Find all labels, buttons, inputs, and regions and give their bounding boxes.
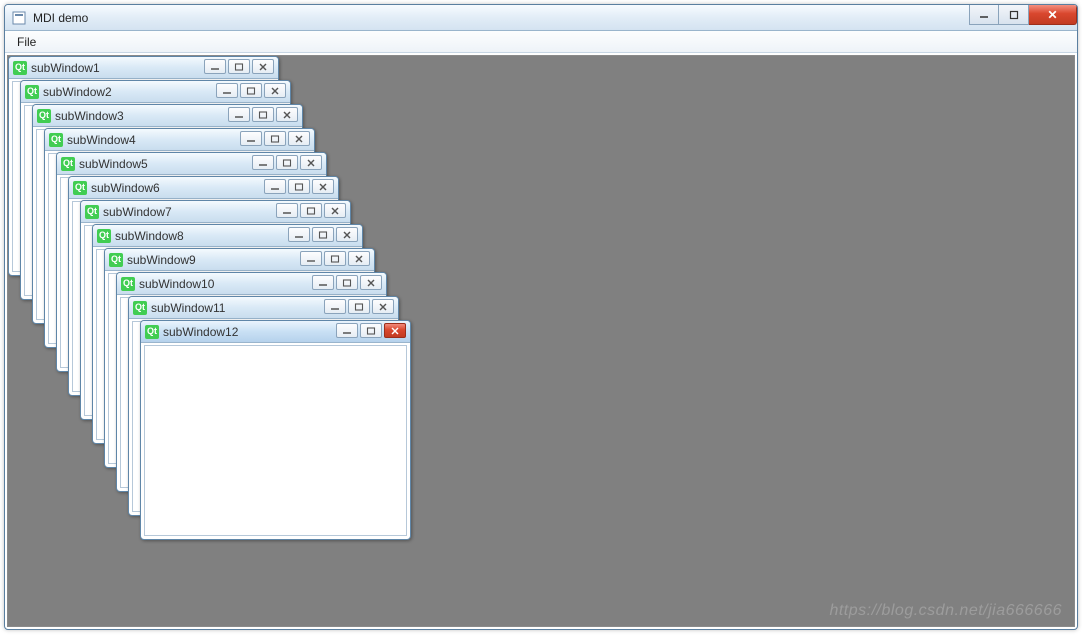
qt-icon: Qt: [49, 133, 63, 147]
qt-icon: Qt: [25, 85, 39, 99]
menubar: File: [5, 31, 1077, 53]
subwindow-title: subWindow12: [163, 325, 238, 339]
subwindow-minimize-button[interactable]: [204, 59, 226, 74]
subwindow-maximize-button[interactable]: [276, 155, 298, 170]
main-window-buttons: [969, 5, 1077, 25]
subwindow-titlebar[interactable]: Qt subWindow10: [117, 273, 386, 295]
subwindow-minimize-button[interactable]: [336, 323, 358, 338]
subwindow-buttons: [240, 131, 310, 146]
subwindow-buttons: [276, 203, 346, 218]
subwindow-titlebar[interactable]: Qt subWindow9: [105, 249, 374, 271]
subwindow-body[interactable]: [144, 345, 407, 536]
subwindow-titlebar[interactable]: Qt subWindow12: [141, 321, 410, 343]
subwindow-buttons: [288, 227, 358, 242]
main-titlebar[interactable]: MDI demo: [5, 5, 1077, 31]
subwindow-buttons: [336, 323, 406, 338]
subwindow-minimize-button[interactable]: [240, 131, 262, 146]
subwindow-close-button[interactable]: [300, 155, 322, 170]
subwindow-close-button[interactable]: [312, 179, 334, 194]
qt-icon: Qt: [133, 301, 147, 315]
subwindow-maximize-button[interactable]: [300, 203, 322, 218]
subwindow-buttons: [228, 107, 298, 122]
maximize-button[interactable]: [999, 5, 1029, 25]
subwindow-minimize-button[interactable]: [264, 179, 286, 194]
subwindow-minimize-button[interactable]: [216, 83, 238, 98]
qt-icon: Qt: [37, 109, 51, 123]
app-icon: [11, 10, 27, 26]
subwindow-close-button[interactable]: [252, 59, 274, 74]
subwindow-minimize-button[interactable]: [300, 251, 322, 266]
subwindow-maximize-button[interactable]: [312, 227, 334, 242]
subwindow-close-button[interactable]: [348, 251, 370, 266]
subwindow-close-button[interactable]: [372, 299, 394, 314]
menu-file[interactable]: File: [9, 33, 44, 51]
subwindow-close-button[interactable]: [360, 275, 382, 290]
subwindow-title: subWindow1: [31, 61, 100, 75]
subwindow-close-button[interactable]: [384, 323, 406, 338]
subwindow-title: subWindow4: [67, 133, 136, 147]
subwindow-titlebar[interactable]: Qt subWindow2: [21, 81, 290, 103]
subwindow-titlebar[interactable]: Qt subWindow4: [45, 129, 314, 151]
subwindow-maximize-button[interactable]: [240, 83, 262, 98]
subwindow-maximize-button[interactable]: [336, 275, 358, 290]
subwindow-close-button[interactable]: [264, 83, 286, 98]
subwindow-titlebar[interactable]: Qt subWindow6: [69, 177, 338, 199]
subwindow-minimize-button[interactable]: [276, 203, 298, 218]
subwindow-maximize-button[interactable]: [288, 179, 310, 194]
mdi-area[interactable]: https://blog.csdn.net/jia666666 Qt subWin…: [7, 55, 1075, 627]
subwindow-minimize-button[interactable]: [288, 227, 310, 242]
subwindow-buttons: [204, 59, 274, 74]
close-button[interactable]: [1029, 5, 1077, 25]
subwindow-title: subWindow6: [91, 181, 160, 195]
subwindow-titlebar[interactable]: Qt subWindow1: [9, 57, 278, 79]
subwindow-titlebar[interactable]: Qt subWindow8: [93, 225, 362, 247]
subwindow-maximize-button[interactable]: [252, 107, 274, 122]
main-window: MDI demo File https://blog.csdn.net/jia6…: [4, 4, 1078, 630]
subwindow-close-button[interactable]: [288, 131, 310, 146]
subwindow-minimize-button[interactable]: [312, 275, 334, 290]
qt-icon: Qt: [61, 157, 75, 171]
minimize-button[interactable]: [969, 5, 999, 25]
subwindow-close-button[interactable]: [336, 227, 358, 242]
subwindow-titlebar[interactable]: Qt subWindow5: [57, 153, 326, 175]
subwindow-title: subWindow3: [55, 109, 124, 123]
subwindow-buttons: [216, 83, 286, 98]
watermark: https://blog.csdn.net/jia666666: [829, 602, 1062, 620]
subwindow-title: subWindow8: [115, 229, 184, 243]
qt-icon: Qt: [13, 61, 27, 75]
subwindow-buttons: [324, 299, 394, 314]
subwindow-buttons: [264, 179, 334, 194]
subwindow-title: subWindow10: [139, 277, 214, 291]
qt-icon: Qt: [121, 277, 135, 291]
subwindow-minimize-button[interactable]: [228, 107, 250, 122]
main-window-title: MDI demo: [33, 11, 88, 25]
subwindow-close-button[interactable]: [276, 107, 298, 122]
subwindow-titlebar[interactable]: Qt subWindow7: [81, 201, 350, 223]
subwindow-title: subWindow5: [79, 157, 148, 171]
subwindow-buttons: [312, 275, 382, 290]
subwindow-maximize-button[interactable]: [264, 131, 286, 146]
subwindow-minimize-button[interactable]: [252, 155, 274, 170]
qt-icon: Qt: [145, 325, 159, 339]
subwindow-maximize-button[interactable]: [324, 251, 346, 266]
subwindow-buttons: [252, 155, 322, 170]
subwindow-minimize-button[interactable]: [324, 299, 346, 314]
subwindow-title: subWindow11: [151, 301, 225, 315]
subwindow-title: subWindow9: [127, 253, 196, 267]
subwindow-close-button[interactable]: [324, 203, 346, 218]
subwindow-maximize-button[interactable]: [348, 299, 370, 314]
subwindow-maximize-button[interactable]: [360, 323, 382, 338]
subwindow-titlebar[interactable]: Qt subWindow11: [129, 297, 398, 319]
qt-icon: Qt: [85, 205, 99, 219]
subwindow-maximize-button[interactable]: [228, 59, 250, 74]
subwindow-title: subWindow2: [43, 85, 112, 99]
subwindow-buttons: [300, 251, 370, 266]
subwindow-title: subWindow7: [103, 205, 172, 219]
qt-icon: Qt: [97, 229, 111, 243]
subwindow-titlebar[interactable]: Qt subWindow3: [33, 105, 302, 127]
qt-icon: Qt: [109, 253, 123, 267]
qt-icon: Qt: [73, 181, 87, 195]
subwindow[interactable]: Qt subWindow12: [140, 320, 411, 540]
